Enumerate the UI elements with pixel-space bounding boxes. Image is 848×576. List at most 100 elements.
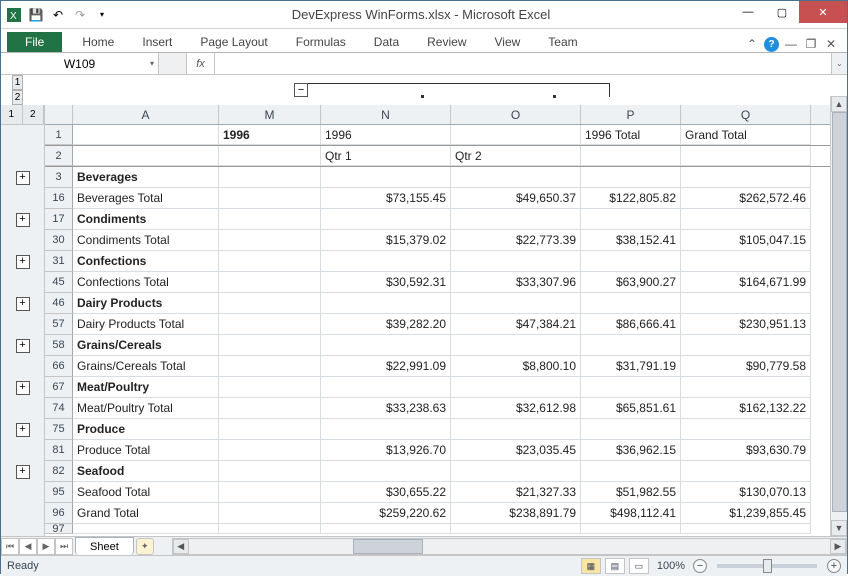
column-header-A[interactable]: A [73, 105, 219, 124]
cell[interactable] [681, 461, 811, 482]
cell[interactable] [681, 146, 811, 166]
cell[interactable] [581, 419, 681, 440]
row-header[interactable]: 95 [45, 482, 73, 503]
cell[interactable] [581, 293, 681, 314]
cell[interactable]: Grains/Cereals [73, 335, 219, 356]
cell[interactable]: $31,791.19 [581, 356, 681, 377]
cell[interactable] [321, 251, 451, 272]
cell[interactable] [451, 209, 581, 230]
cell[interactable] [321, 167, 451, 188]
cell[interactable]: $230,951.13 [681, 314, 811, 335]
cell[interactable] [219, 272, 321, 293]
window-restore-icon[interactable]: ❐ [803, 36, 819, 52]
cell[interactable]: $122,805.82 [581, 188, 681, 209]
cell[interactable]: Meat/Poultry Total [73, 398, 219, 419]
qat-dropdown-icon[interactable]: ▾ [93, 6, 111, 24]
row-outline-level-2[interactable]: 2 [23, 105, 45, 124]
cell[interactable] [219, 419, 321, 440]
cell[interactable]: $259,220.62 [321, 503, 451, 524]
cell[interactable] [581, 377, 681, 398]
scroll-up-icon[interactable]: ▲ [831, 96, 847, 112]
cell[interactable] [451, 125, 581, 145]
file-tab[interactable]: File [7, 32, 62, 52]
first-sheet-icon[interactable]: ⏮ [1, 538, 19, 555]
expand-formula-icon[interactable]: ⌄ [831, 53, 847, 74]
cell[interactable] [219, 440, 321, 461]
cell[interactable]: $73,155.45 [321, 188, 451, 209]
cell[interactable] [219, 524, 321, 534]
row-header[interactable]: 17 [45, 209, 73, 230]
cell[interactable] [219, 146, 321, 166]
cell[interactable]: $39,282.20 [321, 314, 451, 335]
row-header[interactable]: 81 [45, 440, 73, 461]
formula-input[interactable] [215, 53, 831, 74]
column-header-O[interactable]: O [451, 105, 581, 124]
vscroll-thumb[interactable] [832, 112, 847, 512]
cell[interactable]: Grand Total [681, 125, 811, 145]
undo-icon[interactable]: ↶ [49, 6, 67, 24]
cell[interactable]: $498,112.41 [581, 503, 681, 524]
cell[interactable] [219, 482, 321, 503]
row-header[interactable]: 3 [45, 167, 73, 188]
cell[interactable]: Grains/Cereals Total [73, 356, 219, 377]
cell[interactable] [451, 461, 581, 482]
row-header[interactable]: 1 [45, 125, 73, 145]
row-header[interactable]: 96 [45, 503, 73, 524]
select-all-corner[interactable] [45, 105, 73, 124]
ribbon-minimize-icon[interactable]: ⌃ [744, 36, 760, 52]
cell[interactable]: $22,773.39 [451, 230, 581, 251]
cell[interactable]: Meat/Poultry [73, 377, 219, 398]
cell[interactable] [219, 293, 321, 314]
cell[interactable] [219, 167, 321, 188]
expand-row-group-button[interactable]: + [16, 465, 30, 479]
zoom-out-button[interactable]: − [693, 559, 707, 573]
cell[interactable]: $130,070.13 [681, 482, 811, 503]
cell[interactable] [219, 461, 321, 482]
cell[interactable] [581, 335, 681, 356]
close-button[interactable]: ✕ [799, 1, 847, 23]
collapse-column-group-button[interactable]: − [294, 83, 308, 97]
cell[interactable]: $8,800.10 [451, 356, 581, 377]
cell[interactable]: Qtr 1 [321, 146, 451, 166]
cell[interactable]: Dairy Products Total [73, 314, 219, 335]
cell[interactable]: Dairy Products [73, 293, 219, 314]
cell[interactable] [581, 251, 681, 272]
scroll-right-icon[interactable]: ▶ [830, 539, 846, 554]
cell[interactable] [321, 524, 451, 534]
row-header[interactable]: 16 [45, 188, 73, 209]
cell[interactable] [681, 377, 811, 398]
row-header[interactable]: 66 [45, 356, 73, 377]
cell[interactable]: Condiments [73, 209, 219, 230]
row-header[interactable]: 30 [45, 230, 73, 251]
cell[interactable] [321, 209, 451, 230]
help-icon[interactable]: ? [764, 37, 779, 52]
cell[interactable] [681, 419, 811, 440]
cell[interactable] [681, 209, 811, 230]
cell[interactable] [451, 524, 581, 534]
cell[interactable]: $164,671.99 [681, 272, 811, 293]
page-layout-view-button[interactable]: ▤ [605, 558, 625, 574]
cell[interactable] [219, 398, 321, 419]
cell[interactable] [451, 335, 581, 356]
expand-row-group-button[interactable]: + [16, 339, 30, 353]
excel-icon[interactable]: X [5, 6, 23, 24]
cell[interactable]: $63,900.27 [581, 272, 681, 293]
fx-icon[interactable]: fx [187, 53, 215, 74]
cell[interactable]: Produce [73, 419, 219, 440]
cell[interactable] [581, 167, 681, 188]
window-close-icon[interactable]: ✕ [823, 36, 839, 52]
cell[interactable]: $162,132.22 [681, 398, 811, 419]
col-outline-level-1[interactable]: 1 [12, 75, 23, 90]
zoom-in-button[interactable]: + [827, 559, 841, 573]
column-header-Q[interactable]: Q [681, 105, 811, 124]
last-sheet-icon[interactable]: ⏭ [55, 538, 73, 555]
tab-page-layout[interactable]: Page Layout [186, 32, 281, 52]
cell[interactable]: $65,851.61 [581, 398, 681, 419]
cell[interactable]: Grand Total [73, 503, 219, 524]
cell[interactable]: Beverages Total [73, 188, 219, 209]
cell[interactable] [321, 335, 451, 356]
cell[interactable]: Confections [73, 251, 219, 272]
cell[interactable] [219, 188, 321, 209]
column-header-P[interactable]: P [581, 105, 681, 124]
cell[interactable] [451, 167, 581, 188]
